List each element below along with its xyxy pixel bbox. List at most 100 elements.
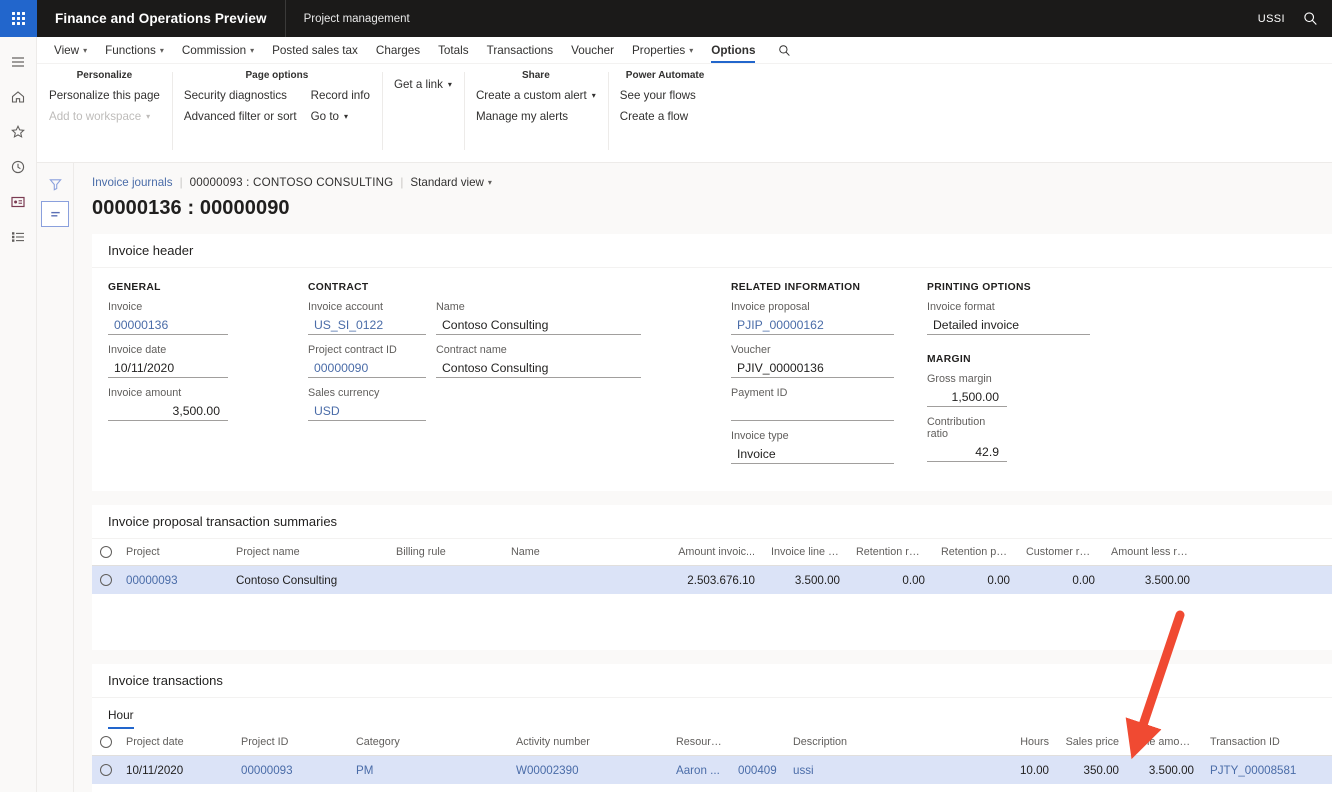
field-value-payment-id[interactable]: [731, 401, 894, 421]
ribbon-group-power-automate: Power Automate See your flows Create a flo…: [607, 70, 723, 162]
view-selector[interactable]: Standard view ▾: [410, 176, 491, 189]
column-header-hours[interactable]: Hours: [985, 736, 1057, 748]
column-header-transaction-id[interactable]: Transaction ID: [1202, 736, 1312, 748]
cell-description[interactable]: ussi: [785, 764, 985, 777]
column-header-billing-rule[interactable]: Billing rule: [388, 546, 503, 558]
invoice-transactions-section-title[interactable]: Invoice transactions: [92, 664, 1332, 698]
column-header-category[interactable]: Category: [348, 736, 508, 748]
cell-col5[interactable]: 000409: [730, 764, 785, 777]
cell-activity-number[interactable]: W00002390: [508, 764, 668, 777]
field-value-contribution-ratio[interactable]: 42.9: [927, 442, 1007, 462]
ribbon-tab-posted-sales-tax[interactable]: Posted sales tax: [263, 44, 367, 63]
breadcrumb: Invoice journals | 00000093 : CONTOSO CO…: [74, 163, 1332, 189]
cell-resource[interactable]: Aaron ...: [668, 764, 730, 777]
column-header-project-id[interactable]: Project ID: [233, 736, 348, 748]
page-content: Invoice journals | 00000093 : CONTOSO CO…: [74, 163, 1332, 792]
workspace-icon[interactable]: [1, 185, 36, 218]
ribbon-item-see-your-flows[interactable]: See your flows: [620, 89, 696, 102]
field-value-invoice-type[interactable]: Invoice: [731, 444, 894, 464]
cell-category[interactable]: PM: [348, 764, 508, 777]
form-field-invoice-format: Invoice format Detailed invoice: [927, 301, 1090, 335]
column-header-retention-perc[interactable]: Retention perc...: [933, 546, 1018, 558]
column-header-retention-rele[interactable]: Retention rele...: [848, 546, 933, 558]
cell-transaction-id[interactable]: PJTY_00008581: [1202, 764, 1312, 777]
ribbon-group-title: Share: [521, 70, 550, 81]
column-header-project-date[interactable]: Project date: [118, 736, 233, 748]
hamburger-menu-icon[interactable]: [1, 45, 36, 78]
ribbon-item-label: Personalize this page: [49, 89, 160, 102]
ribbon-tab-transactions[interactable]: Transactions: [478, 44, 562, 63]
list-lines-icon[interactable]: [41, 201, 69, 227]
field-value-voucher[interactable]: PJIV_00000136: [731, 358, 894, 378]
cell-project-id[interactable]: 00000093: [233, 764, 348, 777]
field-value-invoice-amount[interactable]: 3,500.00: [108, 401, 228, 421]
ribbon-tab-label: Voucher: [571, 44, 614, 57]
field-value-gross-margin[interactable]: 1,500.00: [927, 387, 1007, 407]
ribbon-item-go-to[interactable]: Go to ▾: [311, 110, 370, 123]
app-launcher-button[interactable]: [0, 0, 37, 37]
field-value-invoice-account[interactable]: US_SI_0122: [308, 315, 426, 335]
row-select-radio[interactable]: [100, 574, 112, 586]
invoice-transactions-card: Invoice transactions Hour Project date Pr…: [92, 664, 1332, 792]
field-value-invoice[interactable]: 00000136: [108, 315, 228, 335]
invoice-header-section-title[interactable]: Invoice header: [92, 234, 1332, 268]
transaction-tab-hour[interactable]: Hour: [108, 708, 134, 729]
column-header-amount-invoic[interactable]: Amount invoic...: [663, 546, 763, 558]
column-header-name[interactable]: Name: [503, 546, 663, 558]
ribbon-tab-functions[interactable]: Functions ▾: [96, 44, 173, 63]
ribbon-item-create-a-flow[interactable]: Create a flow: [620, 110, 696, 123]
breadcrumb-link-invoice-journals[interactable]: Invoice journals: [92, 176, 173, 189]
ribbon-search-icon[interactable]: [764, 44, 800, 63]
ribbon-tab-voucher[interactable]: Voucher: [562, 44, 623, 63]
ribbon-item-get-a-link[interactable]: Get a link ▾: [394, 78, 452, 91]
field-value-invoice-proposal[interactable]: PJIP_00000162: [731, 315, 894, 335]
form-field-contribution-ratio: Contribution ratio 42.9: [927, 416, 1007, 462]
ribbon-tab-properties[interactable]: Properties ▾: [623, 44, 702, 63]
field-value-sales-currency[interactable]: USD: [308, 401, 426, 421]
field-value-invoice-date[interactable]: 10/11/2020: [108, 358, 228, 378]
field-value-name[interactable]: Contoso Consulting: [436, 315, 641, 335]
ribbon-tab-options[interactable]: Options: [702, 44, 764, 63]
ribbon-item-manage-my-alerts[interactable]: Manage my alerts: [476, 110, 596, 123]
ribbon-item-advanced-filter-or-sort[interactable]: Advanced filter or sort: [184, 110, 297, 123]
column-header-resource[interactable]: Resource: [668, 736, 730, 748]
ribbon-tab-commission[interactable]: Commission ▾: [173, 44, 263, 63]
home-icon[interactable]: [1, 80, 36, 113]
proposal-summaries-section-title[interactable]: Invoice proposal transaction summaries: [92, 505, 1332, 539]
ribbon-item-create-a-custom-alert[interactable]: Create a custom alert ▾: [476, 89, 596, 102]
ribbon-item-personalize-this-page[interactable]: Personalize this page: [49, 89, 160, 102]
field-value-project-contract-id[interactable]: 00000090: [308, 358, 426, 378]
column-header-sales-price[interactable]: Sales price: [1057, 736, 1127, 748]
column-header-customer-retai[interactable]: Customer retai...: [1018, 546, 1103, 558]
breadcrumb-separator-1: |: [179, 176, 183, 189]
select-all-radio[interactable]: [100, 546, 112, 558]
ribbon-item-security-diagnostics[interactable]: Security diagnostics: [184, 89, 297, 102]
clock-icon[interactable]: [1, 150, 36, 183]
search-icon[interactable]: [1299, 11, 1322, 26]
ribbon-tab-charges[interactable]: Charges: [367, 44, 429, 63]
filter-funnel-icon[interactable]: [41, 171, 69, 197]
column-header-invoice-line-am[interactable]: Invoice line am...: [763, 546, 848, 558]
column-header-description[interactable]: Description: [785, 736, 985, 748]
ribbon-item-record-info[interactable]: Record info: [311, 89, 370, 102]
ribbon-tab-view[interactable]: View ▾: [45, 44, 96, 63]
table-row[interactable]: 10/11/2020 00000093 PM W00002390 Aaron ... 00…: [92, 756, 1332, 784]
column-header-activity-number[interactable]: Activity number: [508, 736, 668, 748]
table-row[interactable]: 00000093 Contoso Consulting 2.503.676.10 3.…: [92, 566, 1332, 594]
list-icon[interactable]: [1, 220, 36, 253]
star-icon[interactable]: [1, 115, 36, 148]
row-select-radio[interactable]: [100, 764, 112, 776]
module-name[interactable]: Project management: [286, 0, 428, 37]
ribbon-tab-totals[interactable]: Totals: [429, 44, 478, 63]
column-header-line-amount[interactable]: Line amount: [1127, 736, 1202, 748]
column-header-amount-less-re[interactable]: Amount less re...: [1103, 546, 1198, 558]
column-header-project[interactable]: Project: [118, 546, 228, 558]
field-value-invoice-format[interactable]: Detailed invoice: [927, 315, 1090, 335]
cell-project[interactable]: 00000093: [118, 574, 228, 587]
cell-amount-invoic: 2.503.676.10: [687, 573, 755, 587]
column-header-project-name[interactable]: Project name: [228, 546, 388, 558]
company-id[interactable]: USSI: [1258, 13, 1285, 25]
cell-project-date: 10/11/2020: [126, 763, 184, 777]
select-all-radio[interactable]: [100, 736, 112, 748]
field-value-contract-name[interactable]: Contoso Consulting: [436, 358, 641, 378]
